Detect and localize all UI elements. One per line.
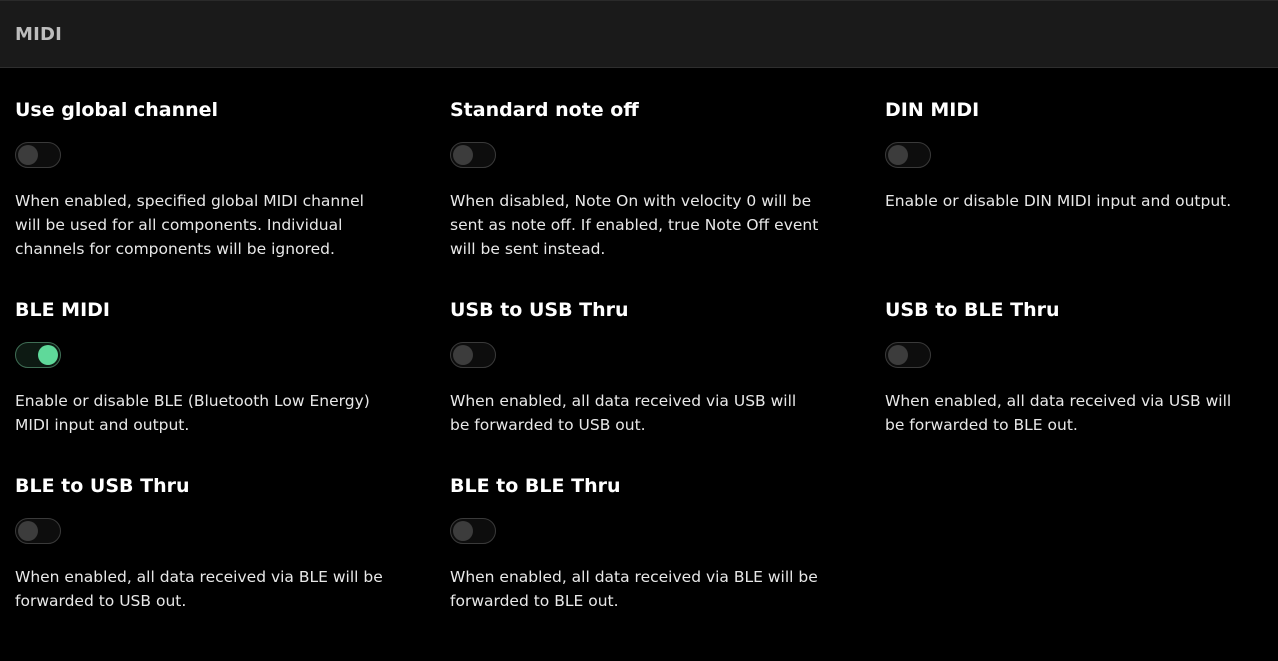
setting-description: When enabled, all data received via USB … [885,392,1232,434]
setting-title: USB to USB Thru [450,299,629,321]
toggle-knob [38,345,58,365]
midi-settings-page: MIDI Use global channel When enabled, sp… [0,0,1278,661]
setting-description: Enable or disable BLE (Bluetooth Low Ene… [15,392,370,434]
setting-description: Enable or disable DIN MIDI input and out… [885,192,1232,210]
toggle-knob [18,521,38,541]
setting-title: BLE MIDI [15,299,110,321]
toggle-knob [453,521,473,541]
toggle-knob [453,145,473,165]
toggle-knob [18,145,38,165]
setting-title: USB to BLE Thru [885,299,1060,321]
toggle-knob [453,345,473,365]
ble-to-usb-thru-toggle[interactable] [15,518,61,544]
setting-description: When enabled, all data received via BLE … [450,568,818,610]
page-title: MIDI [15,23,63,45]
setting-description: When disabled, Note On with velocity 0 w… [450,192,819,258]
setting-title: Use global channel [15,99,219,121]
setting-description: When enabled, all data received via BLE … [15,568,383,610]
setting-title: BLE to USB Thru [15,475,190,497]
setting-title: BLE to BLE Thru [450,475,621,497]
din-midi-toggle[interactable] [885,142,931,168]
toggle-knob [888,345,908,365]
ble-midi-toggle[interactable] [15,342,61,368]
usb-to-ble-thru-toggle[interactable] [885,342,931,368]
setting-title: Standard note off [450,99,639,121]
page-header: MIDI [0,0,1278,68]
ble-to-ble-thru-toggle[interactable] [450,518,496,544]
toggle-knob [888,145,908,165]
setting-description: When enabled, all data received via USB … [450,392,797,434]
use-global-channel-toggle[interactable] [15,142,61,168]
setting-description: When enabled, specified global MIDI chan… [15,192,364,258]
standard-note-off-toggle[interactable] [450,142,496,168]
setting-title: DIN MIDI [885,99,980,121]
usb-to-usb-thru-toggle[interactable] [450,342,496,368]
